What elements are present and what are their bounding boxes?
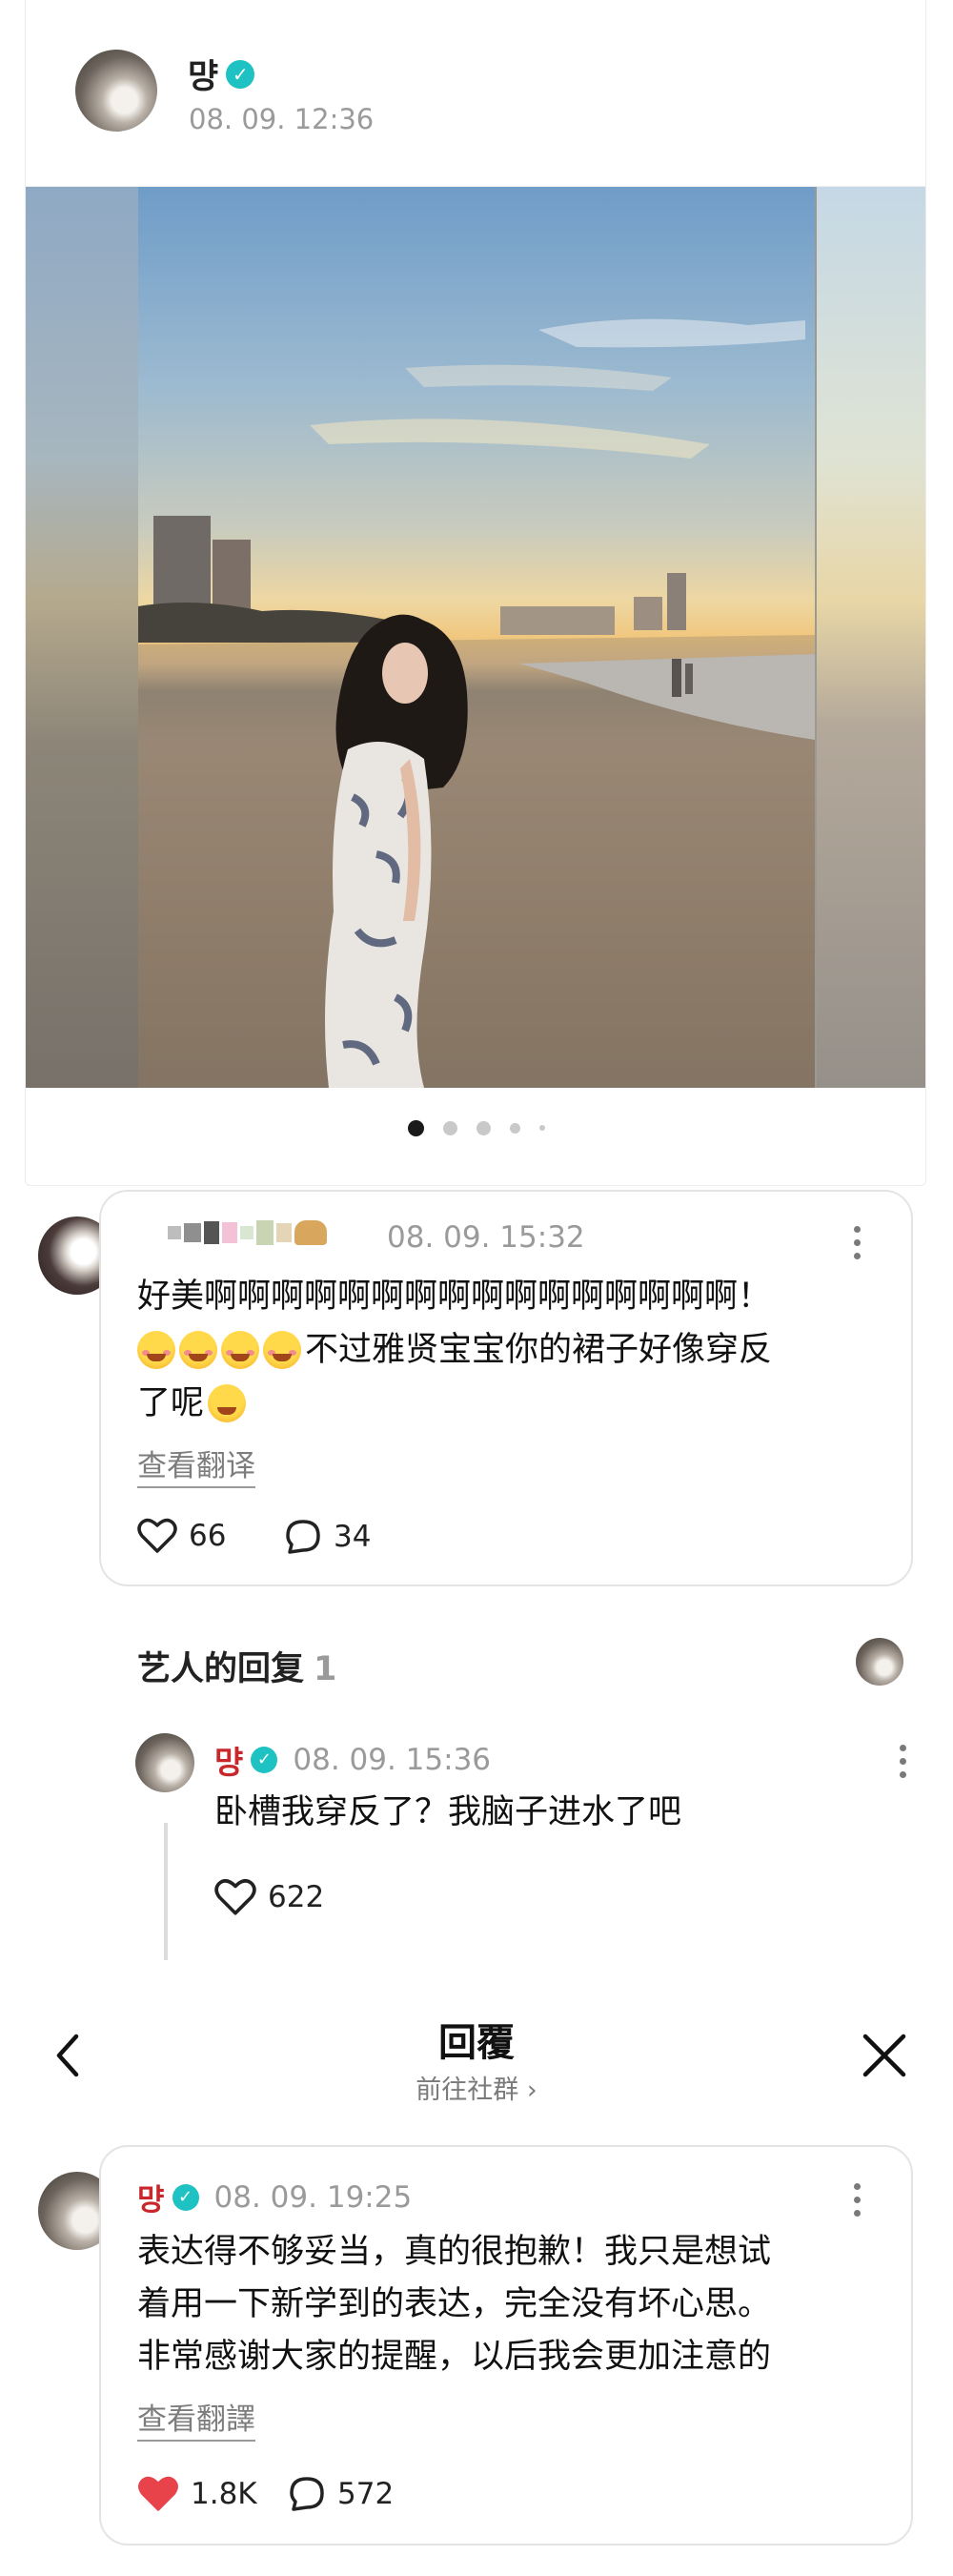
artist-reply-avatar[interactable] [135,1733,194,1792]
author-avatar[interactable] [75,50,157,132]
reply-count: 34 [334,1520,372,1554]
carousel-dot[interactable] [476,1120,491,1135]
thread-line [164,1823,168,1960]
photo-carousel[interactable] [26,187,925,1088]
post-card: 먕 ✓ 08. 09. 12:36 [25,0,926,1186]
next-photo-peek[interactable] [817,187,925,1088]
artist-comment-more-icon[interactable] [854,2183,861,2217]
rolling-laughing-emoji-icon [208,1384,247,1422]
artist-replies-count: 1 [314,1650,337,1688]
artist-comment-card: 먕 ✓ 08. 09. 19:25 表达得不够妥当，真的很抱歉！我只是想试 着用… [99,2145,913,2545]
artist-reply-name[interactable]: 먕 [214,1737,243,1783]
comment-timestamp: 08. 09. 15:32 [387,1220,585,1255]
party-face-emoji-icon [263,1331,301,1369]
smiling-hearts-emoji-icon [137,1331,175,1369]
artist-replies-heading: 艺人的回复 1 [137,1642,336,1690]
artist-reply-text: 卧槽我穿反了？我脑子进水了吧 [214,1793,682,1831]
heart-icon [214,1879,256,1915]
verified-badge-icon: ✓ [251,1747,278,1773]
comment-bubble-icon [290,2477,324,2511]
comment-more-icon[interactable] [854,1226,861,1259]
verified-badge-icon: ✓ [172,2183,199,2211]
artist-reply-timestamp: 08. 09. 15:36 [293,1743,492,1777]
artist-reply-like-count: 622 [268,1880,325,1914]
see-translation-link[interactable]: 查看翻譯 [137,2395,255,2442]
artist-comment-timestamp: 08. 09. 19:25 [213,2179,413,2215]
artist-comment-line1: 表达得不够妥当，真的很抱歉！我只是想试 [137,2233,772,2271]
artist-comment-like-count: 1.8K [191,2477,257,2511]
carousel-dot-active[interactable] [408,1119,424,1136]
heart-icon [137,1518,177,1553]
artist-reply-like-button[interactable]: 622 [214,1878,324,1916]
verified-badge-icon: ✓ [226,59,255,89]
artist-replies-title: 艺人的回复 [137,1650,305,1688]
comment-text-line3-row: 了呢 [137,1377,250,1430]
comment-text-line2-row: 不过雅贤宝宝你的裙子好像穿反 [137,1323,772,1377]
author-name[interactable]: 먕 [188,50,218,98]
commenter-name-censored[interactable] [168,1220,327,1245]
reply-button[interactable]: 34 [284,1518,371,1556]
artist-comment-reply-count: 572 [337,2477,395,2511]
reply-sheet-title: 回覆 [438,2021,515,2065]
artist-avatar-small[interactable] [856,1638,903,1686]
comment-bubble-icon [286,1520,320,1554]
post-photo[interactable] [138,187,815,1088]
fan-comment-card: 08. 09. 15:32 好美啊啊啊啊啊啊啊啊啊啊啊啊啊啊啊啊！ 不过雅贤宝宝… [99,1190,913,1586]
comment-text-line1: 好美啊啊啊啊啊啊啊啊啊啊啊啊啊啊啊啊！ [137,1278,772,1316]
beach-sunset-photo [138,318,815,1088]
artist-comment-name[interactable]: 먕 [137,2176,165,2218]
comment-text-line2: 不过雅贤宝宝你的裙子好像穿反 [305,1331,773,1369]
reply-sheet-header: 回覆 前往社群 › [0,1989,953,2122]
artist-comment-line2: 着用一下新学到的表达，完全没有坏心思。 [137,2285,772,2323]
heart-filled-icon [138,2476,178,2511]
carousel-indicator[interactable] [26,1088,925,1168]
like-count: 66 [189,1519,227,1553]
close-icon[interactable] [860,2031,909,2080]
see-translation-link[interactable]: 查看翻译 [137,1441,255,1488]
post-timestamp: 08. 09. 12:36 [189,103,375,135]
smiling-hearts-emoji-icon [179,1331,217,1369]
carousel-dot[interactable] [510,1122,520,1134]
post-header: 먕 ✓ 08. 09. 12:36 [26,0,925,187]
artist-comment-line3: 非常感谢大家的提醒，以后我会更加注意的 [137,2338,772,2376]
party-face-emoji-icon [221,1331,259,1369]
carousel-dot[interactable] [539,1125,545,1131]
artist-comment-like-button[interactable]: 1.8K [137,2475,257,2513]
like-button[interactable]: 66 [137,1518,226,1554]
prev-photo-peek[interactable] [26,187,138,1088]
go-to-community-link[interactable]: 前往社群 › [0,2069,953,2106]
artist-comment-reply-button[interactable]: 572 [288,2475,394,2513]
comment-text-line3: 了呢 [137,1384,205,1422]
artist-reply-more-icon[interactable] [900,1745,906,1778]
carousel-dot[interactable] [443,1120,457,1135]
